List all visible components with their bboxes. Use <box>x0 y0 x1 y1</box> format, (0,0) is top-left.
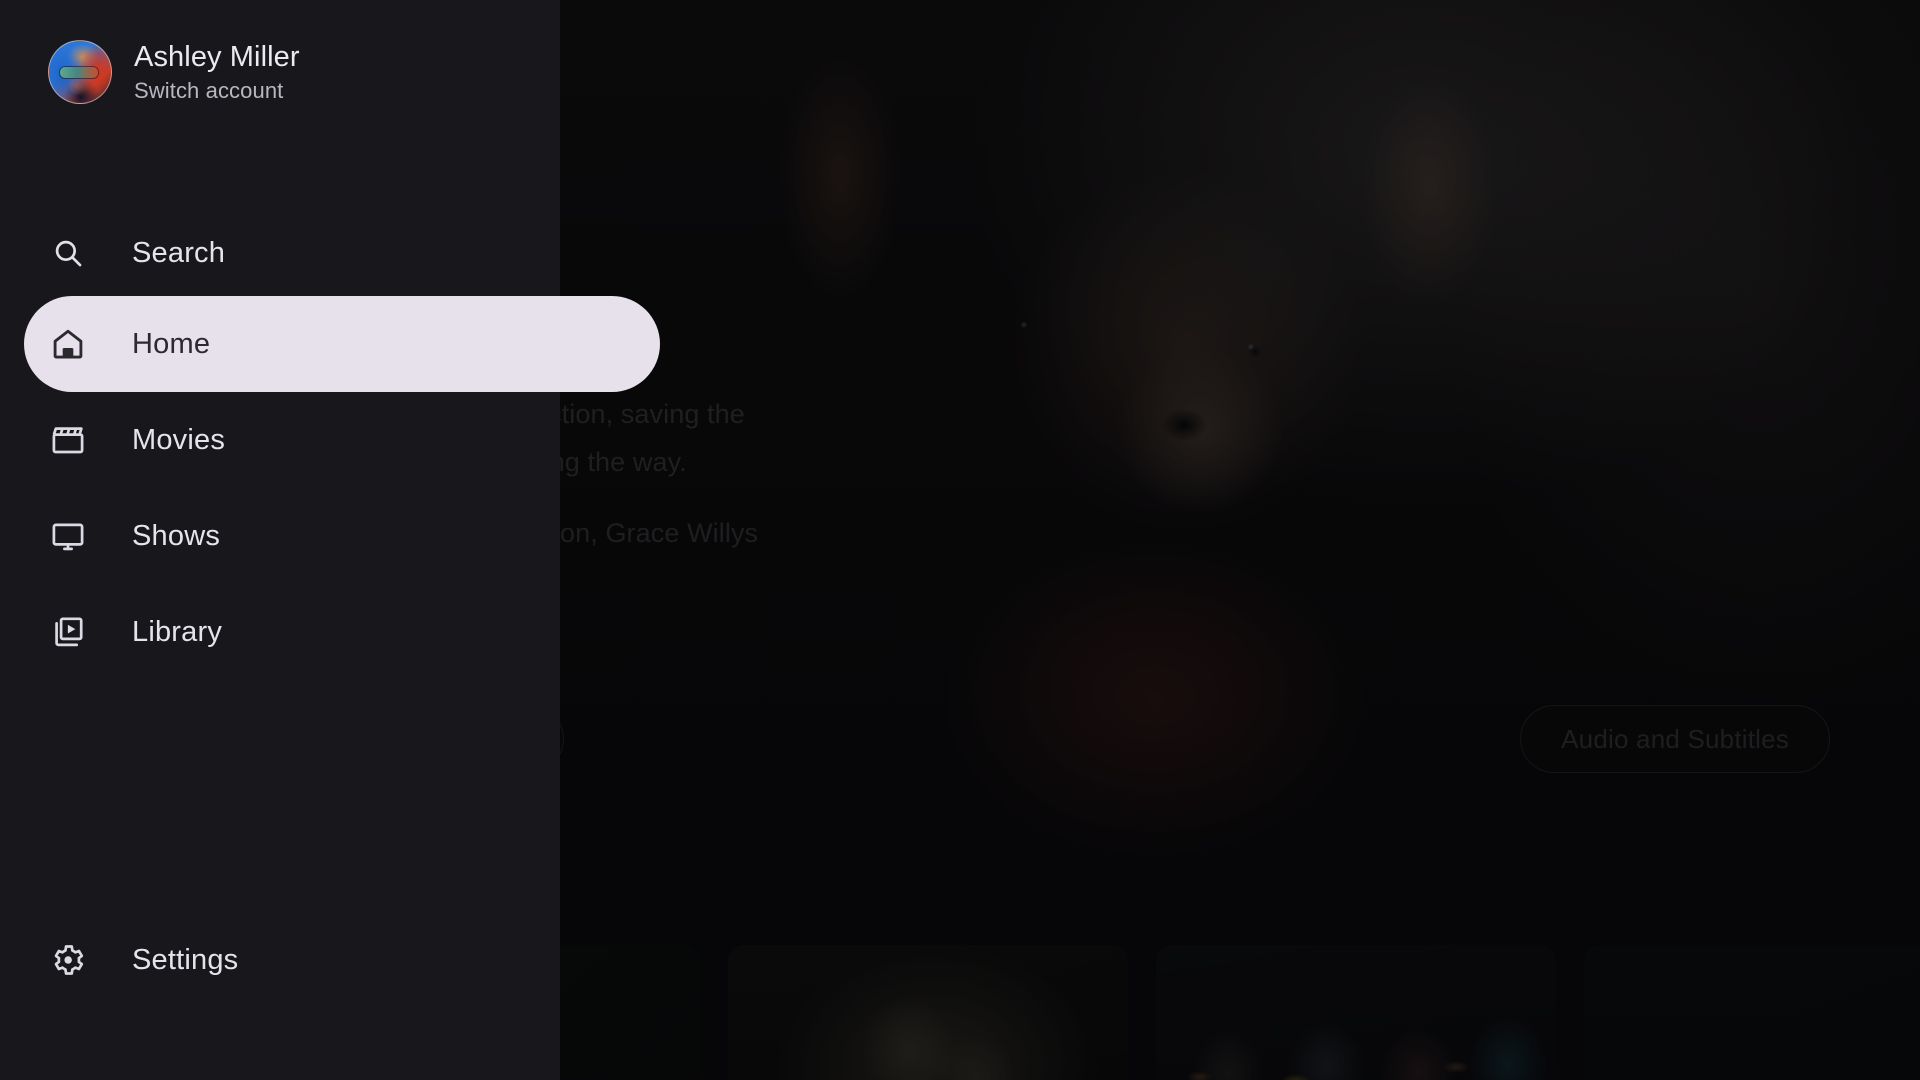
sidebar-item-label-settings: Settings <box>132 943 239 976</box>
sidebar-item-label-library: Library <box>132 615 223 648</box>
account-text: Ashley Miller Switch account <box>134 41 300 104</box>
search-icon <box>48 233 88 273</box>
sidebar-item-label-shows: Shows <box>132 519 221 552</box>
switch-account-link[interactable]: Switch account <box>134 78 300 104</box>
secondary-navigation: Settings <box>0 912 560 1008</box>
gear-icon <box>48 940 88 980</box>
sidebar-item-movies[interactable]: Movies <box>0 392 560 488</box>
sidebar-item-library[interactable]: Library <box>0 584 560 680</box>
account-name: Ashley Miller <box>134 40 300 73</box>
home-icon <box>48 324 88 364</box>
sidebar-item-label-movies: Movies <box>132 423 226 456</box>
tv-app-root: …puppy leaps into action, saving the … m… <box>0 0 1920 1080</box>
account-header[interactable]: Ashley Miller Switch account <box>0 0 560 104</box>
sidebar-item-settings[interactable]: Settings <box>0 912 560 1008</box>
video-library-icon <box>48 612 88 652</box>
avatar[interactable] <box>48 40 112 104</box>
sidebar-item-label-home: Home <box>132 327 211 360</box>
sidebar-item-search[interactable]: Search <box>0 210 560 296</box>
navigation-drawer: Ashley Miller Switch account Search Home… <box>0 0 660 1080</box>
primary-navigation: Search Home Movies Shows Library <box>0 210 660 680</box>
sidebar-item-home[interactable]: Home <box>24 296 660 392</box>
sidebar-item-label-search: Search <box>132 236 226 269</box>
tv-icon <box>48 516 88 556</box>
clapperboard-icon <box>48 420 88 460</box>
sidebar-item-shows[interactable]: Shows <box>0 488 560 584</box>
